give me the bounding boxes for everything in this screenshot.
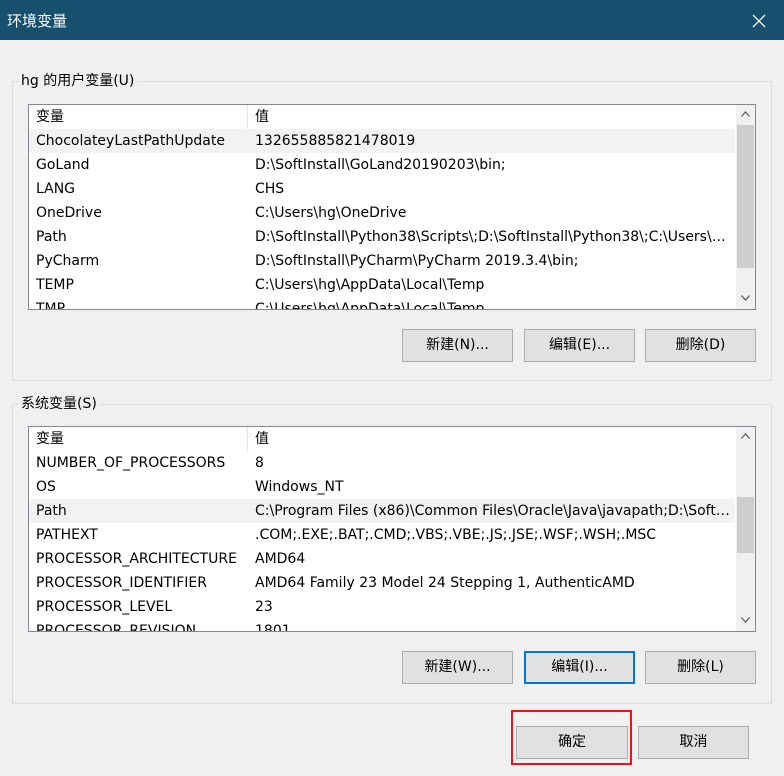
chevron-up-icon <box>741 433 750 439</box>
table-row[interactable]: NUMBER_OF_PROCESSORS 8 <box>29 451 735 475</box>
variable-value-cell: C:\Users\hg\AppData\Local\Temp <box>255 301 485 310</box>
close-button[interactable] <box>738 0 784 40</box>
table-row[interactable]: LANG CHS <box>29 177 735 201</box>
user-variables-list[interactable]: 变量 值 ChocolateyLastPathUpdate 13265588582… <box>28 104 756 310</box>
table-row[interactable]: Path D:\SoftInstall\Python38\Scripts\;D:\… <box>29 225 735 249</box>
table-row[interactable]: PROCESSOR_ARCHITECTURE AMD64 <box>29 547 735 571</box>
variable-value-cell: .COM;.EXE;.BAT;.CMD;.VBS;.VBE;.JS;.JSE;.… <box>255 527 657 543</box>
system-variables-label: 系统变量(S) <box>18 395 100 413</box>
variable-name-cell: LANG <box>36 181 76 197</box>
variable-name-cell: OneDrive <box>36 205 102 221</box>
vertical-scrollbar[interactable] <box>736 427 755 631</box>
variable-value-cell: CHS <box>255 181 285 197</box>
variable-name-cell: OS <box>36 479 56 495</box>
cancel-button[interactable]: 取消 <box>638 726 749 759</box>
list-header: 变量 值 <box>29 427 737 451</box>
variable-name-cell: PROCESSOR_REVISION <box>36 623 197 632</box>
variable-name-cell: PROCESSOR_ARCHITECTURE <box>36 551 237 567</box>
system-variables-list[interactable]: 变量 值 NUMBER_OF_PROCESSORS 8 OS Windows_NT Pa… <box>28 426 756 632</box>
user-edit-button[interactable]: 编辑(E)... <box>524 329 635 362</box>
column-header-value[interactable]: 值 <box>248 105 737 129</box>
list-header: 变量 值 <box>29 105 737 129</box>
variable-value-cell: 8 <box>255 455 264 471</box>
scroll-thumb[interactable] <box>737 125 754 268</box>
table-row[interactable]: PyCharm D:\SoftInstall\PyCharm\PyCharm 20… <box>29 249 735 273</box>
table-row[interactable]: ChocolateyLastPathUpdate 1326558858214780… <box>29 129 735 153</box>
table-row[interactable]: Path C:\Program Files (x86)\Common Files\… <box>29 499 735 523</box>
table-row[interactable]: OneDrive C:\Users\hg\OneDrive <box>29 201 735 225</box>
variable-value-cell: C:\Users\hg\AppData\Local\Temp <box>255 277 485 293</box>
window-title: 环境变量 <box>7 12 68 30</box>
title-bar: 环境变量 <box>0 0 784 40</box>
variable-value-cell: 23 <box>255 599 273 615</box>
variable-value-cell: Windows_NT <box>255 479 344 495</box>
column-header-name[interactable]: 变量 <box>29 105 248 129</box>
variable-name-cell: ChocolateyLastPathUpdate <box>36 133 225 149</box>
system-edit-button[interactable]: 编辑(I)... <box>524 651 635 684</box>
scroll-down-button[interactable] <box>736 611 755 630</box>
variable-name-cell: PROCESSOR_LEVEL <box>36 599 173 615</box>
table-row[interactable]: PROCESSOR_IDENTIFIER AMD64 Family 23 Mode… <box>29 571 735 595</box>
user-variables-label: hg 的用户变量(U) <box>18 72 138 90</box>
table-row[interactable]: OS Windows_NT <box>29 475 735 499</box>
variable-name-cell: PyCharm <box>36 253 100 269</box>
table-row[interactable]: GoLand D:\SoftInstall\GoLand20190203\bin; <box>29 153 735 177</box>
variable-value-cell: D:\SoftInstall\Python38\Scripts\;D:\Soft… <box>255 229 733 245</box>
variable-value-cell: 1801 <box>255 623 291 632</box>
column-header-value[interactable]: 值 <box>248 427 737 451</box>
highlight-box <box>511 710 632 765</box>
system-delete-button[interactable]: 删除(L) <box>645 651 756 684</box>
variable-name-cell: Path <box>36 503 67 519</box>
user-delete-button[interactable]: 删除(D) <box>645 329 756 362</box>
vertical-scrollbar[interactable] <box>736 105 755 309</box>
variable-name-cell: NUMBER_OF_PROCESSORS <box>36 455 226 471</box>
scroll-down-button[interactable] <box>736 289 755 308</box>
scroll-thumb[interactable] <box>737 497 754 553</box>
table-row[interactable]: PROCESSOR_LEVEL 23 <box>29 595 735 619</box>
user-new-button[interactable]: 新建(N)... <box>402 329 513 362</box>
table-row[interactable]: TMP C:\Users\hg\AppData\Local\Temp <box>29 297 735 310</box>
table-row[interactable]: PATHEXT .COM;.EXE;.BAT;.CMD;.VBS;.VBE;.JS… <box>29 523 735 547</box>
close-icon <box>752 14 766 28</box>
variable-value-cell: AMD64 <box>255 551 306 567</box>
table-row[interactable]: PROCESSOR_REVISION 1801 <box>29 619 735 632</box>
chevron-down-icon <box>741 295 750 301</box>
variable-value-cell: C:\Program Files (x86)\Common Files\Orac… <box>255 503 733 519</box>
chevron-up-icon <box>741 111 750 117</box>
table-row[interactable]: TEMP C:\Users\hg\AppData\Local\Temp <box>29 273 735 297</box>
scroll-up-button[interactable] <box>736 427 755 446</box>
scroll-up-button[interactable] <box>736 105 755 124</box>
variable-name-cell: Path <box>36 229 67 245</box>
column-header-name[interactable]: 变量 <box>29 427 248 451</box>
variable-value-cell: D:\SoftInstall\GoLand20190203\bin; <box>255 157 506 173</box>
variable-value-cell: C:\Users\hg\OneDrive <box>255 205 407 221</box>
system-new-button[interactable]: 新建(W)... <box>402 651 513 684</box>
variable-value-cell: AMD64 Family 23 Model 24 Stepping 1, Aut… <box>255 575 635 591</box>
variable-value-cell: D:\SoftInstall\PyCharm\PyCharm 2019.3.4\… <box>255 253 579 269</box>
variable-name-cell: GoLand <box>36 157 90 173</box>
chevron-down-icon <box>741 617 750 623</box>
variable-value-cell: 132655885821478019 <box>255 133 416 149</box>
variable-name-cell: PROCESSOR_IDENTIFIER <box>36 575 207 591</box>
variable-name-cell: PATHEXT <box>36 527 98 543</box>
variable-name-cell: TMP <box>36 301 66 310</box>
variable-name-cell: TEMP <box>36 277 74 293</box>
